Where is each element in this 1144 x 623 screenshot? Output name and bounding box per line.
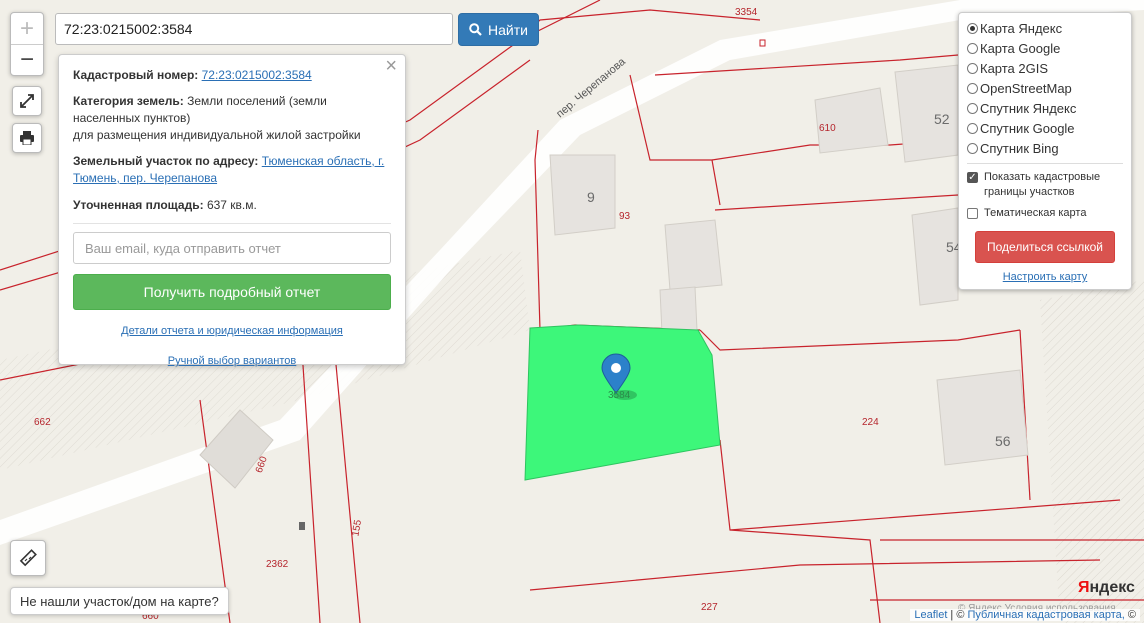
checkbox-empty-icon [967, 208, 978, 219]
radio-icon [967, 102, 978, 114]
house-number-9: 9 [587, 189, 595, 205]
layer-option-label: Карта 2GIS [980, 60, 1049, 76]
layer-option-3[interactable]: OpenStreetMap [967, 78, 1123, 98]
label-610: 610 [819, 123, 836, 134]
layer-option-4[interactable]: Спутник Яндекс [967, 98, 1123, 118]
radio-icon [967, 122, 978, 134]
area-value: 637 кв.м. [206, 198, 257, 212]
report-details-link[interactable]: Детали отчета и юридическая информация [121, 325, 343, 337]
house-number-56: 56 [995, 433, 1011, 449]
layer-option-label: Спутник Bing [980, 140, 1059, 156]
landmark-icon [299, 522, 305, 530]
radio-icon [967, 62, 978, 74]
label-224: 224 [862, 417, 879, 428]
get-report-button[interactable]: Получить подробный отчет [73, 274, 391, 310]
land-purpose-value: для размещения индивидуальной жилой заст… [73, 128, 361, 142]
cadastral-number-label: Кадастровый номер: [73, 68, 199, 82]
cadastral-map-link[interactable]: Публичная кадастровая карта, [968, 609, 1125, 621]
cadastral-number-link[interactable]: 72:23:0215002:3584 [202, 68, 312, 82]
configure-map-link[interactable]: Настроить карту [967, 271, 1123, 283]
layer-option-0[interactable]: Карта Яндекс [967, 18, 1123, 38]
label-3584: 3584 [608, 390, 631, 401]
print-button[interactable] [12, 123, 42, 153]
find-button-label: Найти [488, 21, 528, 38]
email-field[interactable]: Ваш email, куда отправить отчет [73, 232, 391, 264]
checkmark-icon: ✓ [967, 172, 978, 183]
not-found-hint-button[interactable]: Не нашли участок/дом на карте? [10, 587, 229, 615]
thematic-map-checkbox[interactable]: Тематическая карта [967, 206, 1123, 221]
zoom-in-button[interactable]: + [11, 14, 43, 44]
zoom-control: + − [10, 12, 44, 76]
share-link-button[interactable]: Поделиться ссылкой [975, 231, 1115, 263]
label-2362: 2362 [266, 559, 289, 570]
layer-option-label: Спутник Яндекс [980, 100, 1077, 116]
layer-option-2[interactable]: Карта 2GIS [967, 58, 1123, 78]
search-icon [469, 23, 482, 36]
printer-icon [20, 131, 34, 145]
radio-icon [967, 82, 978, 94]
manual-select-link[interactable]: Ручной выбор вариантов [168, 355, 296, 367]
layer-option-label: OpenStreetMap [980, 80, 1072, 96]
label-93: 93 [619, 211, 631, 222]
land-category-label: Категория земель: [73, 94, 184, 108]
label-227: 227 [701, 602, 718, 613]
parcel-info-popup: × Кадастровый номер: 72:23:0215002:3584 … [58, 54, 406, 367]
layer-switcher: Карта Яндекс Карта Google Карта 2GIS OpenSt… [958, 12, 1132, 290]
leaflet-link[interactable]: Leaflet [914, 609, 947, 621]
layer-option-5[interactable]: Спутник Google [967, 118, 1123, 138]
address-label: Земельный участок по адресу: [73, 154, 259, 168]
radio-icon [967, 42, 978, 54]
layer-option-label: Карта Google [980, 40, 1061, 56]
expand-icon [20, 94, 34, 108]
fullscreen-button[interactable] [12, 86, 42, 116]
zoom-out-button[interactable]: − [11, 43, 43, 75]
ruler-icon [19, 549, 37, 567]
thematic-map-label: Тематическая карта [984, 207, 1087, 219]
layer-option-6[interactable]: Спутник Bing [967, 138, 1123, 158]
label-3354: 3354 [735, 7, 758, 18]
show-borders-label: Показать кадастровые границы участков [984, 171, 1101, 198]
house-number-52: 52 [934, 111, 950, 127]
find-button[interactable]: Найти [458, 13, 539, 46]
cadastral-search-input[interactable]: 72:23:0215002:3584 [55, 13, 453, 45]
show-borders-checkbox[interactable]: ✓ Показать кадастровые границы участков [967, 170, 1123, 200]
radio-icon [967, 22, 978, 34]
label-662: 662 [34, 417, 51, 428]
area-label: Уточненная площадь: [73, 198, 204, 212]
measure-button[interactable] [10, 540, 46, 576]
layer-option-label: Спутник Google [980, 120, 1075, 136]
close-icon[interactable]: × [385, 56, 397, 76]
layer-option-1[interactable]: Карта Google [967, 38, 1123, 58]
attribution: Leaflet | © Публичная кадастровая карта,… [910, 609, 1140, 621]
layer-option-label: Карта Яндекс [980, 20, 1063, 36]
yandex-logo: Яндекс [1078, 579, 1135, 596]
radio-icon [967, 142, 978, 154]
